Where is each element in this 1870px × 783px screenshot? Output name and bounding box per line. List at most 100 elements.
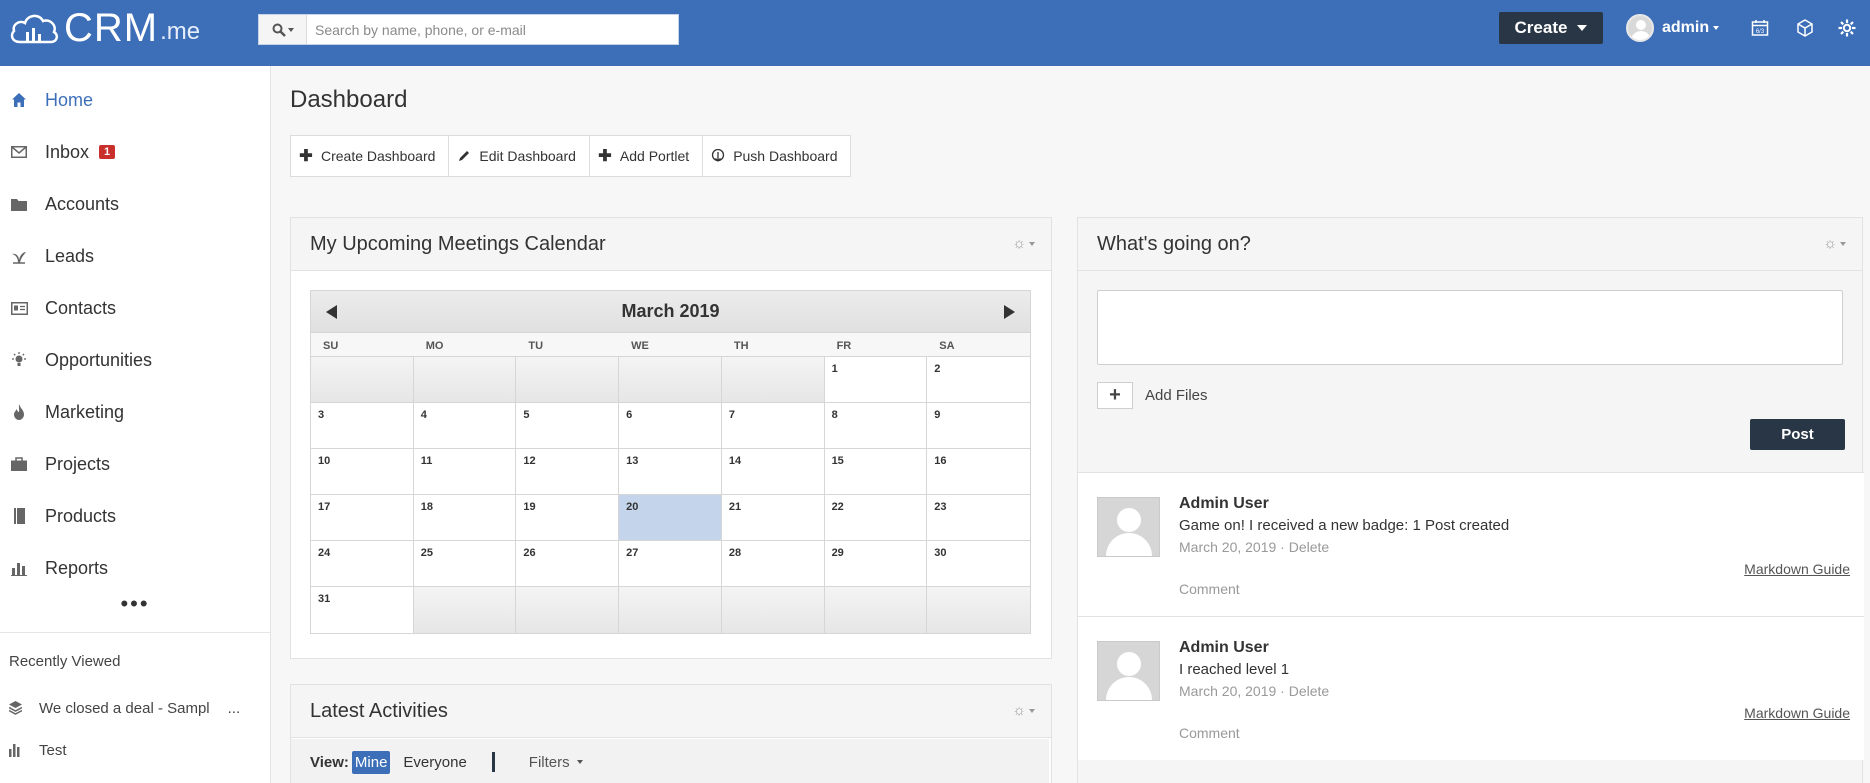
calendar-day-cell[interactable]: 2	[927, 357, 1030, 403]
calendar-day-cell[interactable]: 5	[516, 403, 620, 449]
calendar-header: March 2019	[311, 291, 1030, 333]
view-everyone-toggle[interactable]: Everyone	[400, 751, 469, 774]
markdown-guide-link[interactable]: Markdown Guide	[1744, 561, 1850, 577]
gear-icon[interactable]	[1836, 17, 1858, 39]
calendar-day-cell[interactable]: 23	[927, 495, 1030, 541]
day-of-week-label: WE	[631, 340, 649, 352]
day-of-week-label: FR	[836, 340, 852, 352]
calendar-day-cell[interactable]: 21	[721, 495, 825, 541]
add-files-button[interactable]: + Add Files	[1097, 382, 1208, 409]
sidebar-item-leads[interactable]: Leads	[0, 230, 270, 282]
calendar-day-cell[interactable]: 20	[619, 495, 722, 541]
sidebar-item-projects[interactable]: Projects	[0, 438, 270, 490]
comment-link[interactable]: Comment	[1179, 725, 1240, 741]
more-menu-button[interactable]: •••	[0, 593, 270, 622]
search-icon	[272, 23, 286, 37]
chevron-down-icon	[1577, 25, 1588, 31]
avatar[interactable]	[1097, 497, 1160, 557]
search-scope-button[interactable]	[259, 15, 307, 44]
calendar-day-cell[interactable]: 4	[413, 403, 517, 449]
sidebar-item-accounts[interactable]: Accounts	[0, 178, 270, 230]
avatar	[1626, 14, 1654, 42]
calendar-day-cell[interactable]: 7	[721, 403, 825, 449]
feed-author[interactable]: Admin User	[1179, 495, 1269, 513]
calendar-day-cell[interactable]: 15	[824, 449, 928, 495]
portlet-settings-button[interactable]: ☼	[1823, 235, 1846, 252]
calendar-day-cell[interactable]: 25	[413, 541, 517, 587]
view-mine-toggle[interactable]: Mine	[351, 750, 391, 774]
calendar-day-cell[interactable]: 1	[824, 357, 928, 403]
recent-item[interactable]: We closed a deal - Sampl ...	[0, 687, 270, 729]
calendar-day-cell[interactable]: 6	[619, 403, 722, 449]
post-button[interactable]: Post	[1750, 419, 1845, 450]
avatar[interactable]	[1097, 641, 1160, 701]
chevron-down-icon	[1029, 708, 1035, 713]
calendar-day-cell[interactable]: 14	[721, 449, 825, 495]
latest-activities-portlet: Latest Activities ☼ View: Mine Everyone …	[290, 684, 1052, 783]
calendar-day-cell[interactable]: 27	[619, 541, 722, 587]
book-icon	[10, 507, 28, 525]
calendar-day-cell[interactable]: 30	[927, 541, 1030, 587]
calendar-day-cell[interactable]: 16	[927, 449, 1030, 495]
post-input[interactable]	[1098, 291, 1842, 364]
cloud-logo-icon	[10, 14, 59, 44]
calendar-day-cell[interactable]: 3	[311, 403, 414, 449]
logo-text: CRM	[64, 6, 159, 50]
sidebar-item-label: Contacts	[45, 297, 117, 318]
sidebar-item-home[interactable]: Home	[0, 74, 270, 126]
calendar-day-cell[interactable]: 17	[311, 495, 414, 541]
calendar-day-cell[interactable]: 13	[619, 449, 722, 495]
sidebar-item-reports[interactable]: Reports	[0, 542, 270, 594]
sidebar-item-inbox[interactable]: Inbox 1	[0, 126, 270, 178]
sidebar-item-opportunities[interactable]: Opportunities	[0, 334, 270, 386]
calendar-day-cell[interactable]: 31	[311, 587, 414, 633]
markdown-guide-link[interactable]: Markdown Guide	[1744, 705, 1850, 721]
recent-item[interactable]: Test	[0, 729, 270, 771]
logo[interactable]: CRM .me	[8, 8, 200, 48]
sidebar-item-contacts[interactable]: Contacts	[0, 282, 270, 334]
calendar-day-cell[interactable]: 8	[824, 403, 928, 449]
calendar-day-cell[interactable]: 12	[516, 449, 620, 495]
edit-dashboard-button[interactable]: Edit Dashboard	[449, 136, 590, 176]
calendar-day-cell[interactable]: 19	[516, 495, 620, 541]
delete-link[interactable]: Delete	[1289, 539, 1329, 555]
calendar-day-cell[interactable]: 10	[311, 449, 414, 495]
calendar-day-cell[interactable]: 18	[413, 495, 517, 541]
calendar-icon[interactable]: 6/3	[1749, 17, 1771, 39]
comment-link[interactable]: Comment	[1179, 581, 1240, 597]
calendar-day-cell[interactable]: 22	[824, 495, 928, 541]
calendar-day-cell[interactable]: 29	[824, 541, 928, 587]
day-of-week-label: TH	[733, 340, 749, 352]
prev-month-button[interactable]	[326, 304, 337, 319]
create-button[interactable]: Create	[1499, 12, 1603, 44]
sidebar-item-marketing[interactable]: Marketing	[0, 386, 270, 438]
sidebar-item-label: Reports	[45, 557, 109, 578]
cube-icon[interactable]	[1794, 17, 1816, 39]
push-dashboard-button[interactable]: Push Dashboard	[703, 136, 850, 176]
calendar-day-cell[interactable]: 9	[927, 403, 1030, 449]
calendar-empty-cell	[516, 587, 620, 633]
search-input[interactable]	[307, 15, 678, 44]
add-portlet-button[interactable]: ✚ Add Portlet	[590, 136, 704, 176]
calendar-empty-cell	[413, 357, 517, 403]
portlet-settings-button[interactable]: ☼	[1012, 702, 1035, 719]
filters-dropdown[interactable]: Filters	[529, 754, 583, 771]
next-month-button[interactable]	[1004, 304, 1015, 319]
calendar-day-cell[interactable]: 24	[311, 541, 414, 587]
user-menu[interactable]: admin	[1626, 14, 1720, 42]
portlet-title: What's going on?	[1097, 232, 1251, 255]
portlet-settings-button[interactable]: ☼	[1012, 235, 1035, 252]
calendar-day-cell[interactable]: 28	[721, 541, 825, 587]
portlet-title: My Upcoming Meetings Calendar	[310, 232, 606, 255]
post-textarea[interactable]	[1097, 290, 1843, 365]
feed-author[interactable]: Admin User	[1179, 639, 1269, 657]
delete-link[interactable]: Delete	[1289, 683, 1329, 699]
day-of-week-label: SU	[323, 340, 339, 352]
dashboard-toolbar: ✚ Create Dashboard Edit Dashboard ✚ Add …	[290, 135, 852, 177]
calendar-day-cell[interactable]: 11	[413, 449, 517, 495]
chevron-down-icon	[1713, 26, 1720, 30]
create-dashboard-button[interactable]: ✚ Create Dashboard	[291, 136, 450, 176]
sidebar-item-products[interactable]: Products	[0, 490, 270, 542]
calendar-day-cell[interactable]: 26	[516, 541, 620, 587]
gear-icon: ☼	[1823, 235, 1837, 252]
